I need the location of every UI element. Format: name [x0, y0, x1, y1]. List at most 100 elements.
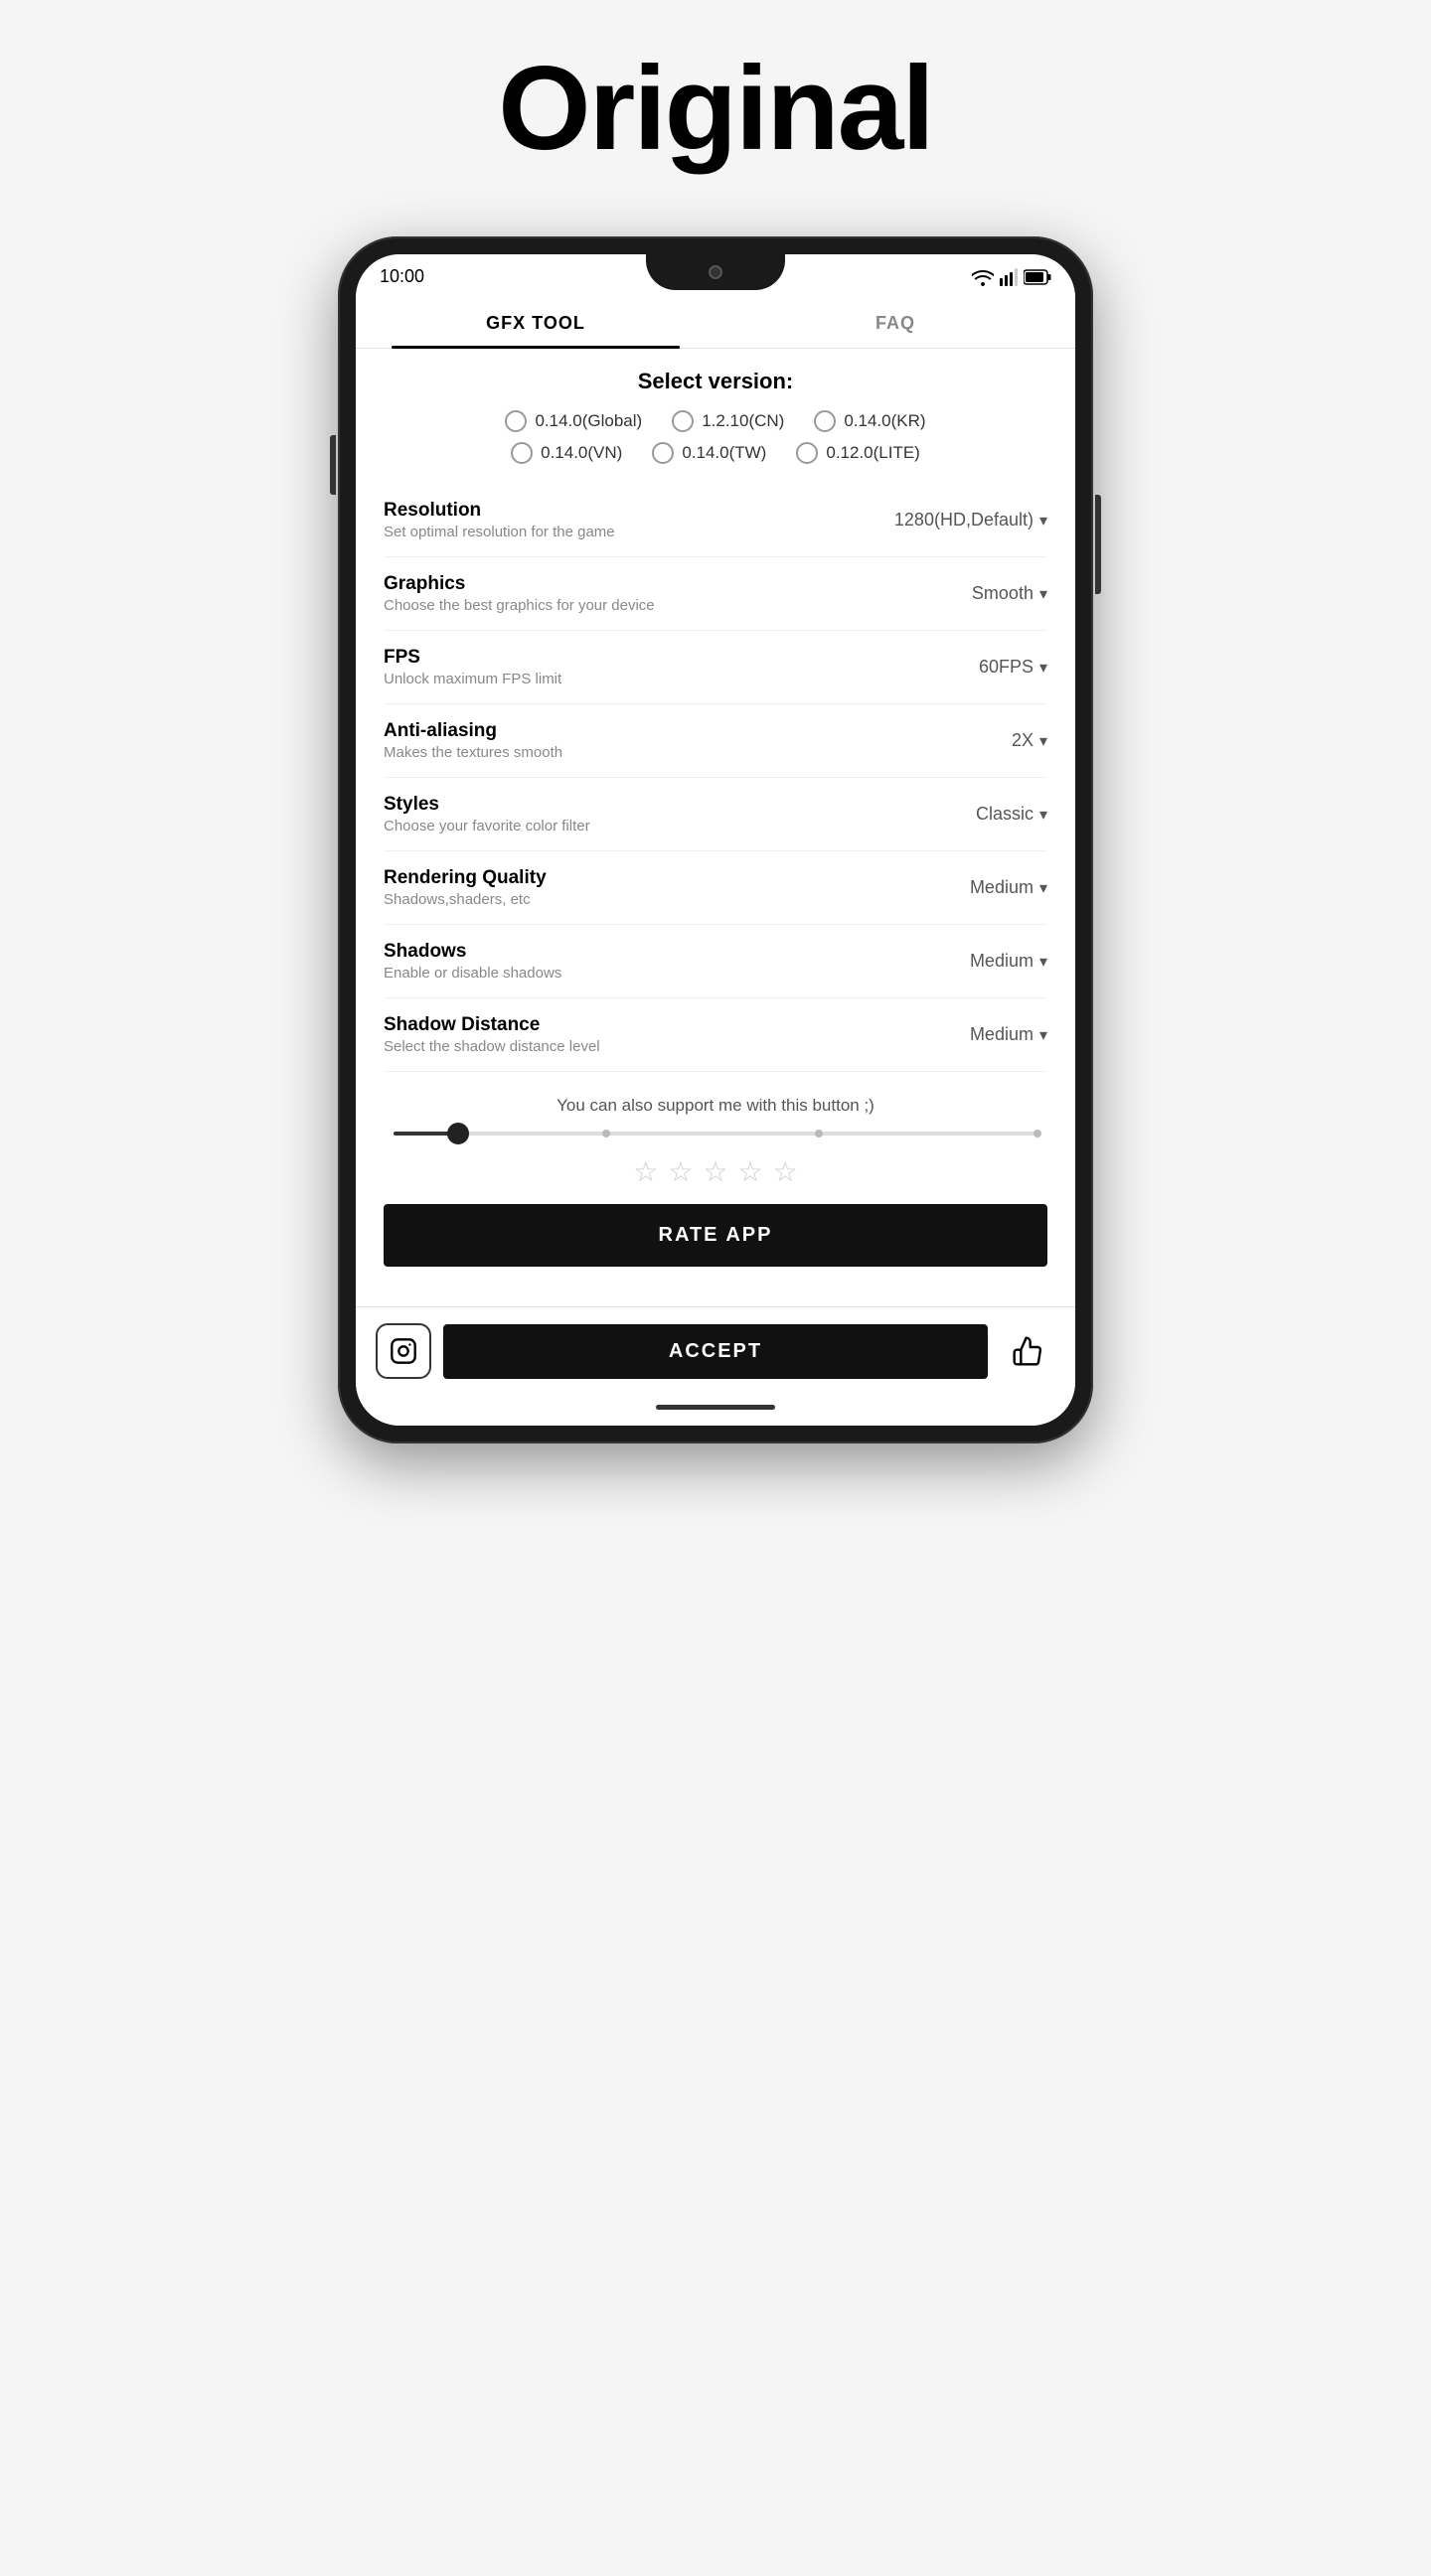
- setting-graphics: Graphics Choose the best graphics for yo…: [384, 557, 1047, 631]
- star-2[interactable]: ☆: [668, 1155, 693, 1188]
- setting-resolution-dropdown[interactable]: 1280(HD,Default) ▾: [894, 510, 1047, 530]
- star-4[interactable]: ☆: [738, 1155, 763, 1188]
- version-kr-label: 0.14.0(KR): [844, 411, 925, 431]
- setting-antialiasing: Anti-aliasing Makes the textures smooth …: [384, 704, 1047, 778]
- support-text: You can also support me with this button…: [384, 1096, 1047, 1116]
- setting-styles: Styles Choose your favorite color filter…: [384, 778, 1047, 851]
- setting-shadows: Shadows Enable or disable shadows Medium…: [384, 925, 1047, 998]
- setting-shadow-distance-desc: Select the shadow distance level: [384, 1038, 970, 1055]
- thumbsup-button[interactable]: [1000, 1323, 1055, 1379]
- chevron-down-icon: ▾: [1039, 1025, 1047, 1045]
- status-icons: [972, 268, 1051, 286]
- setting-graphics-value: Smooth: [972, 583, 1034, 604]
- star-3[interactable]: ☆: [703, 1155, 727, 1188]
- version-global-label: 0.14.0(Global): [535, 411, 642, 431]
- page-title: Original: [498, 40, 932, 177]
- setting-styles-desc: Choose your favorite color filter: [384, 818, 976, 834]
- tab-gfx-tool[interactable]: GFX TOOL: [356, 295, 716, 348]
- setting-styles-value: Classic: [976, 804, 1034, 825]
- signal-icon: [1000, 268, 1018, 286]
- setting-antialiasing-desc: Makes the textures smooth: [384, 744, 1012, 761]
- setting-graphics-dropdown[interactable]: Smooth ▾: [972, 583, 1047, 604]
- instagram-button[interactable]: [376, 1323, 431, 1379]
- chevron-down-icon: ▾: [1039, 878, 1047, 898]
- setting-shadow-distance: Shadow Distance Select the shadow distan…: [384, 998, 1047, 1072]
- chevron-down-icon: ▾: [1039, 952, 1047, 972]
- setting-antialiasing-dropdown[interactable]: 2X ▾: [1012, 730, 1047, 751]
- battery-icon: [1024, 269, 1051, 285]
- setting-antialiasing-value: 2X: [1012, 730, 1034, 751]
- slider-tick-2: [815, 1130, 823, 1137]
- setting-shadow-distance-info: Shadow Distance Select the shadow distan…: [384, 1014, 970, 1055]
- version-vn[interactable]: 0.14.0(VN): [511, 442, 622, 464]
- setting-fps: FPS Unlock maximum FPS limit 60FPS ▾: [384, 631, 1047, 704]
- rate-app-button[interactable]: RATE APP: [384, 1204, 1047, 1267]
- setting-fps-dropdown[interactable]: 60FPS ▾: [979, 657, 1047, 678]
- version-lite-label: 0.12.0(LITE): [826, 443, 920, 463]
- setting-styles-dropdown[interactable]: Classic ▾: [976, 804, 1047, 825]
- radio-vn[interactable]: [511, 442, 533, 464]
- version-global[interactable]: 0.14.0(Global): [505, 410, 642, 432]
- chevron-down-icon: ▾: [1039, 584, 1047, 604]
- chevron-down-icon: ▾: [1039, 805, 1047, 825]
- chevron-down-icon: ▾: [1039, 658, 1047, 678]
- radio-global[interactable]: [505, 410, 527, 432]
- setting-fps-label: FPS: [384, 647, 979, 669]
- setting-shadow-distance-value: Medium: [970, 1024, 1034, 1045]
- slider-track: [394, 1132, 1037, 1136]
- star-5[interactable]: ☆: [773, 1155, 798, 1188]
- setting-shadows-info: Shadows Enable or disable shadows: [384, 941, 970, 982]
- setting-graphics-desc: Choose the best graphics for your device: [384, 597, 972, 614]
- phone-screen: 10:00: [356, 254, 1075, 1426]
- radio-lite[interactable]: [796, 442, 818, 464]
- version-row-2: 0.14.0(VN) 0.14.0(TW) 0.12.0(LITE): [384, 442, 1047, 464]
- slider-container[interactable]: [384, 1132, 1047, 1136]
- version-cn-label: 1.2.10(CN): [702, 411, 784, 431]
- setting-resolution-value: 1280(HD,Default): [894, 510, 1034, 530]
- version-row-1: 0.14.0(Global) 1.2.10(CN) 0.14.0(KR): [384, 410, 1047, 432]
- setting-shadow-distance-label: Shadow Distance: [384, 1014, 970, 1036]
- version-lite[interactable]: 0.12.0(LITE): [796, 442, 920, 464]
- setting-shadows-label: Shadows: [384, 941, 970, 963]
- home-bar: [656, 1405, 775, 1410]
- radio-cn[interactable]: [672, 410, 694, 432]
- chevron-down-icon: ▾: [1039, 511, 1047, 530]
- setting-fps-desc: Unlock maximum FPS limit: [384, 671, 979, 687]
- setting-fps-info: FPS Unlock maximum FPS limit: [384, 647, 979, 687]
- version-heading: Select version:: [384, 349, 1047, 410]
- version-tw[interactable]: 0.14.0(TW): [652, 442, 766, 464]
- chevron-down-icon: ▾: [1039, 731, 1047, 751]
- setting-graphics-label: Graphics: [384, 573, 972, 595]
- bottom-bar: ACCEPT: [356, 1306, 1075, 1395]
- setting-shadows-value: Medium: [970, 951, 1034, 972]
- main-content: Select version: 0.14.0(Global) 1.2.10(CN…: [356, 349, 1075, 1306]
- setting-shadow-distance-dropdown[interactable]: Medium ▾: [970, 1024, 1047, 1045]
- thumbsup-icon: [1012, 1335, 1043, 1367]
- setting-antialiasing-label: Anti-aliasing: [384, 720, 1012, 742]
- status-bar: 10:00: [356, 254, 1075, 295]
- radio-kr[interactable]: [814, 410, 836, 432]
- setting-styles-label: Styles: [384, 794, 976, 816]
- version-cn[interactable]: 1.2.10(CN): [672, 410, 784, 432]
- version-kr[interactable]: 0.14.0(KR): [814, 410, 925, 432]
- setting-rendering-quality-dropdown[interactable]: Medium ▾: [970, 877, 1047, 898]
- slider-thumb[interactable]: [447, 1123, 469, 1144]
- setting-fps-value: 60FPS: [979, 657, 1034, 678]
- setting-rendering-quality-value: Medium: [970, 877, 1034, 898]
- radio-tw[interactable]: [652, 442, 674, 464]
- star-rating[interactable]: ☆ ☆ ☆ ☆ ☆: [384, 1155, 1047, 1188]
- setting-resolution-label: Resolution: [384, 500, 894, 522]
- setting-resolution: Resolution Set optimal resolution for th…: [384, 484, 1047, 557]
- home-indicator: [356, 1395, 1075, 1426]
- camera-dot: [709, 265, 722, 279]
- tab-faq[interactable]: FAQ: [716, 295, 1075, 348]
- setting-styles-info: Styles Choose your favorite color filter: [384, 794, 976, 834]
- accept-button[interactable]: ACCEPT: [443, 1324, 988, 1379]
- setting-antialiasing-info: Anti-aliasing Makes the textures smooth: [384, 720, 1012, 761]
- setting-rendering-quality-label: Rendering Quality: [384, 867, 970, 889]
- version-grid: 0.14.0(Global) 1.2.10(CN) 0.14.0(KR) 0.1…: [384, 410, 1047, 464]
- status-time: 10:00: [380, 266, 424, 287]
- setting-shadows-dropdown[interactable]: Medium ▾: [970, 951, 1047, 972]
- slider-tick-1: [602, 1130, 610, 1137]
- star-1[interactable]: ☆: [633, 1155, 658, 1188]
